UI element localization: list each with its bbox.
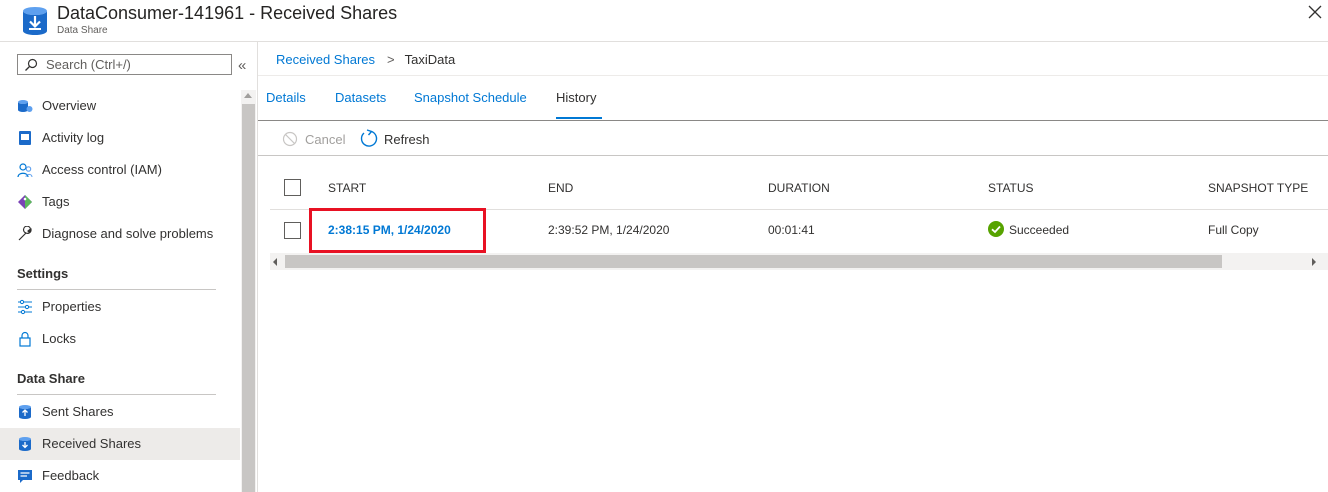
data-share-section-header: Data Share	[17, 371, 85, 386]
sidebar-item-received-shares[interactable]: Received Shares	[0, 428, 240, 460]
cell-status: Succeeded	[1009, 223, 1070, 237]
refresh-label: Refresh	[384, 132, 430, 147]
properties-icon	[18, 299, 32, 315]
sidebar-scrollbar[interactable]	[241, 90, 256, 492]
sent-shares-icon	[19, 405, 31, 419]
section-divider	[17, 394, 216, 395]
sidebar-item-feedback[interactable]: Feedback	[0, 460, 240, 492]
breadcrumb: Received Shares > TaxiData	[276, 52, 455, 67]
column-header-duration[interactable]: DURATION	[768, 181, 830, 195]
cancel-icon	[282, 131, 298, 147]
sidebar-item-activity-log[interactable]: Activity log	[0, 122, 240, 154]
people-icon	[17, 163, 33, 178]
sidebar-item-diagnose[interactable]: Diagnose and solve problems	[0, 218, 240, 250]
sidebar-item-tags[interactable]: Tags	[0, 186, 240, 218]
wrench-icon	[18, 226, 32, 241]
cell-duration: 00:01:41	[768, 223, 815, 237]
cancel-label: Cancel	[305, 132, 346, 147]
refresh-button[interactable]: Refresh	[358, 128, 433, 150]
sidebar-item-properties[interactable]: Properties	[0, 291, 240, 323]
cell-snapshot-type: Full Copy	[1208, 223, 1259, 237]
breadcrumb-separator: >	[387, 52, 395, 67]
scroll-left-arrow[interactable]	[273, 258, 277, 266]
cancel-button[interactable]: Cancel	[280, 130, 350, 150]
scrollbar-thumb[interactable]	[285, 255, 1222, 268]
row-checkbox[interactable]	[284, 222, 301, 239]
scrollbar-thumb[interactable]	[242, 104, 255, 492]
tabs-divider	[258, 120, 1328, 121]
sidebar-item-label: Sent Shares	[42, 404, 114, 419]
collapse-sidebar-button[interactable]: «	[238, 58, 246, 74]
column-header-start[interactable]: START	[328, 181, 366, 195]
active-tab-indicator	[556, 117, 602, 119]
lock-icon	[19, 331, 31, 347]
table-horizontal-scrollbar[interactable]	[270, 253, 1328, 270]
sidebar-item-label: Overview	[42, 98, 97, 113]
page-title: DataConsumer-141961 - Received Shares	[57, 3, 398, 23]
sidebar-item-label: Diagnose and solve problems	[42, 226, 214, 241]
page-subtitle: Data Share	[57, 25, 108, 36]
sidebar-item-label: Properties	[42, 299, 102, 314]
highlight-box	[309, 208, 486, 253]
scroll-right-arrow[interactable]	[1312, 258, 1316, 266]
sidebar-item-access-control[interactable]: Access control (IAM)	[0, 154, 240, 186]
sidebar-item-locks[interactable]: Locks	[0, 323, 240, 355]
tab-history[interactable]: History	[556, 90, 596, 105]
tag-icon	[18, 195, 32, 209]
column-header-status[interactable]: STATUS	[988, 181, 1034, 195]
data-share-icon	[23, 7, 47, 35]
divider	[258, 75, 1328, 76]
sidebar-item-label: Activity log	[42, 130, 105, 145]
refresh-icon	[360, 129, 378, 147]
column-header-end[interactable]: END	[548, 181, 573, 195]
success-check-icon	[988, 221, 1004, 237]
sidebar-item-label: Access control (IAM)	[42, 162, 162, 177]
activity-log-icon	[19, 131, 31, 145]
sidebar-item-label: Locks	[42, 331, 76, 346]
sidebar-item-sent-shares[interactable]: Sent Shares	[0, 396, 240, 428]
section-divider	[17, 289, 216, 290]
column-header-snapshot-type[interactable]: SNAPSHOT TYPE	[1208, 181, 1308, 195]
select-all-checkbox[interactable]	[284, 179, 301, 196]
tab-datasets[interactable]: Datasets	[335, 90, 386, 105]
breadcrumb-link-received-shares[interactable]: Received Shares	[276, 52, 375, 67]
close-icon[interactable]	[1305, 2, 1325, 22]
search-input[interactable]	[46, 56, 226, 73]
sidebar-item-label: Received Shares	[42, 436, 141, 451]
settings-section-header: Settings	[17, 266, 69, 281]
feedback-icon	[18, 470, 32, 483]
search-icon	[25, 58, 38, 71]
breadcrumb-current: TaxiData	[404, 52, 456, 67]
cell-end: 2:39:52 PM, 1/24/2020	[548, 223, 670, 237]
toolbar-divider	[258, 155, 1328, 156]
sidebar-item-overview[interactable]: Overview	[0, 90, 240, 122]
received-shares-icon	[19, 437, 31, 451]
tab-details[interactable]: Details	[266, 90, 306, 105]
tab-snapshot-schedule[interactable]: Snapshot Schedule	[414, 90, 527, 105]
sidebar-search[interactable]	[17, 54, 232, 75]
sidebar-item-label: Feedback	[42, 468, 100, 483]
sidebar-item-label: Tags	[42, 194, 70, 209]
scroll-up-arrow[interactable]	[244, 93, 252, 98]
overview-icon	[18, 100, 33, 112]
